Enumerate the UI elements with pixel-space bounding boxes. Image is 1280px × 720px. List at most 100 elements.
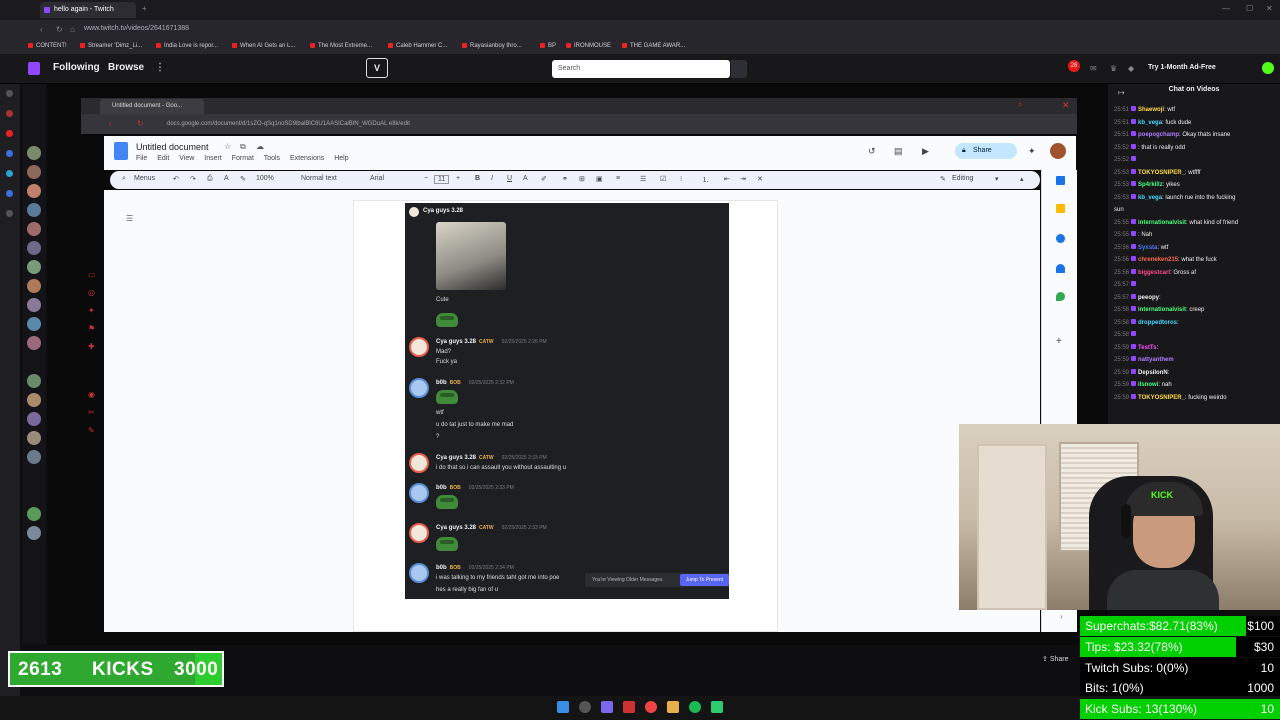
bullet-list-icon[interactable]: ⁝ xyxy=(680,175,682,183)
sidebar-icon[interactable] xyxy=(6,210,13,217)
sidebar-icon[interactable] xyxy=(6,150,13,157)
menu-format[interactable]: Format xyxy=(232,155,254,162)
chat-username[interactable]: DepsilonN xyxy=(1138,370,1168,376)
sidebar-icon[interactable] xyxy=(6,190,13,197)
docs-title[interactable]: Untitled document xyxy=(136,142,209,152)
new-tab-icon[interactable]: + xyxy=(142,4,147,13)
chat-username[interactable]: chreneken215 xyxy=(1138,257,1178,263)
search-icon[interactable] xyxy=(579,701,591,713)
crown-icon[interactable]: ♛ xyxy=(1110,64,1117,73)
channel-avatar[interactable] xyxy=(27,317,41,331)
extension-logo-icon[interactable]: V xyxy=(366,58,388,78)
spotify-icon[interactable] xyxy=(689,701,701,713)
sidebar-icon[interactable] xyxy=(6,170,13,177)
menu-extensions[interactable]: Extensions xyxy=(290,155,324,162)
sidebar-icon[interactable] xyxy=(6,90,13,97)
nav-browse[interactable]: Browse xyxy=(108,62,144,73)
reload-icon[interactable]: ↻ xyxy=(56,25,63,34)
chat-username[interactable]: TestTs xyxy=(1138,345,1156,351)
chat-username[interactable]: kb_vega xyxy=(1138,195,1162,201)
highlight-icon[interactable]: ✐ xyxy=(541,175,547,183)
back-icon[interactable]: ‹ xyxy=(40,25,43,34)
channel-avatar[interactable] xyxy=(27,260,41,274)
home-icon[interactable]: ⌂ xyxy=(70,25,75,34)
twitch-logo-icon[interactable] xyxy=(28,62,40,75)
docs-logo-icon[interactable] xyxy=(114,142,128,160)
avatar[interactable] xyxy=(1262,62,1274,74)
chat-username[interactable]: TOKYOSNIPER_ xyxy=(1138,395,1185,401)
bits-icon[interactable]: ◆ xyxy=(1128,64,1134,73)
chat-username[interactable]: ilsnowi xyxy=(1138,382,1158,388)
paint-format-icon[interactable]: ✎ xyxy=(240,175,246,183)
channel-avatar[interactable] xyxy=(27,298,41,312)
checklist-icon[interactable]: ☑ xyxy=(660,175,666,183)
style-select[interactable]: Normal text xyxy=(301,175,337,182)
sidebar-icon[interactable] xyxy=(6,110,13,117)
menu-edit[interactable]: Edit xyxy=(157,155,169,162)
print-icon[interactable]: ⎙ xyxy=(207,175,213,183)
editing-mode-select[interactable]: Editing xyxy=(952,175,973,182)
bookmark-item[interactable]: Streamer 'Dimz_Li... xyxy=(80,43,142,49)
inner-reload-icon[interactable]: ↻ xyxy=(137,119,144,128)
calendar-icon[interactable] xyxy=(1056,176,1065,185)
chat-username[interactable]: internationalvisit xyxy=(1138,307,1186,313)
minimize-icon[interactable]: — xyxy=(1222,4,1230,13)
chat-username[interactable]: TOKYOSNIPER_ xyxy=(1138,170,1185,176)
chat-username[interactable]: Sp4rkillz xyxy=(1138,182,1163,188)
chat-username[interactable]: Shaewoji xyxy=(1138,107,1164,113)
channel-avatar[interactable] xyxy=(27,203,41,217)
line-spacing-icon[interactable]: ☰ xyxy=(640,175,646,183)
channel-avatar[interactable] xyxy=(27,241,41,255)
align-icon[interactable]: ≡ xyxy=(616,175,620,182)
underline-icon[interactable]: U xyxy=(507,175,512,182)
chat-username[interactable]: Syxsta xyxy=(1138,245,1157,251)
inner-browser-tab[interactable]: Untitled document - Goo... xyxy=(100,99,204,114)
add-addon-icon[interactable]: + xyxy=(1056,336,1062,347)
bookmark-item[interactable]: CONTENT! xyxy=(28,43,67,49)
chat-username[interactable]: nattyanthem xyxy=(1138,357,1174,363)
chat-username[interactable]: droppedtoros xyxy=(1138,320,1177,326)
meet-icon[interactable]: ▶ xyxy=(922,146,929,157)
bookmark-item[interactable]: THE GAME AWAR... xyxy=(622,43,685,49)
channel-avatar[interactable] xyxy=(27,279,41,293)
channel-avatar[interactable] xyxy=(27,412,41,426)
folder-icon[interactable] xyxy=(667,701,679,713)
numbered-list-icon[interactable]: ⒈ xyxy=(702,175,709,185)
channel-avatar[interactable] xyxy=(27,450,41,464)
video-share-button[interactable]: ⇪ Share xyxy=(1042,655,1069,663)
chat-username[interactable]: internationalvisit xyxy=(1138,220,1186,226)
avatar[interactable] xyxy=(1050,143,1066,159)
font-select[interactable]: Arial xyxy=(370,175,384,182)
start-icon[interactable] xyxy=(557,701,569,713)
channel-avatar[interactable] xyxy=(27,165,41,179)
bookmark-item[interactable]: When AI Gets an L... xyxy=(232,43,295,49)
maximize-icon[interactable]: ☐ xyxy=(1246,4,1253,13)
gemini-icon[interactable]: ✦ xyxy=(1028,146,1036,157)
font-size-decrease-icon[interactable]: − xyxy=(424,175,428,182)
bookmark-item[interactable]: IRONMOUSE xyxy=(566,43,611,49)
indent-increase-icon[interactable]: ⇥ xyxy=(740,175,746,183)
more-options-icon[interactable]: ⋮ xyxy=(155,62,165,73)
menu-file[interactable]: File xyxy=(136,155,147,162)
outline-icon[interactable]: ☰ xyxy=(126,214,133,223)
browser-tab-twitch[interactable]: hello again - Twitch xyxy=(40,2,136,18)
comment-icon[interactable]: ▤ xyxy=(894,146,903,157)
bold-icon[interactable]: B xyxy=(475,175,480,182)
app-icon[interactable] xyxy=(711,701,723,713)
italic-icon[interactable]: I xyxy=(491,175,493,182)
indent-decrease-icon[interactable]: ⇤ xyxy=(724,175,730,183)
app-icon[interactable] xyxy=(623,701,635,713)
share-button[interactable]: 🔒︎ Share xyxy=(955,143,1017,159)
keep-icon[interactable] xyxy=(1056,204,1065,213)
channel-avatar[interactable] xyxy=(27,393,41,407)
search-input[interactable]: Search xyxy=(552,60,730,78)
chrome-icon[interactable] xyxy=(645,701,657,713)
cloud-icon[interactable]: ☁ xyxy=(256,142,264,151)
inner-back-icon[interactable]: ‹ xyxy=(109,119,112,128)
maps-icon[interactable] xyxy=(1056,292,1065,301)
chat-username[interactable]: poepogchamp xyxy=(1138,132,1179,138)
ad-free-button[interactable]: Try 1-Month Ad-Free xyxy=(1148,64,1216,71)
bookmark-item[interactable]: The Most Extreme... xyxy=(310,43,372,49)
channel-avatar[interactable] xyxy=(27,146,41,160)
app-icon[interactable] xyxy=(601,701,613,713)
